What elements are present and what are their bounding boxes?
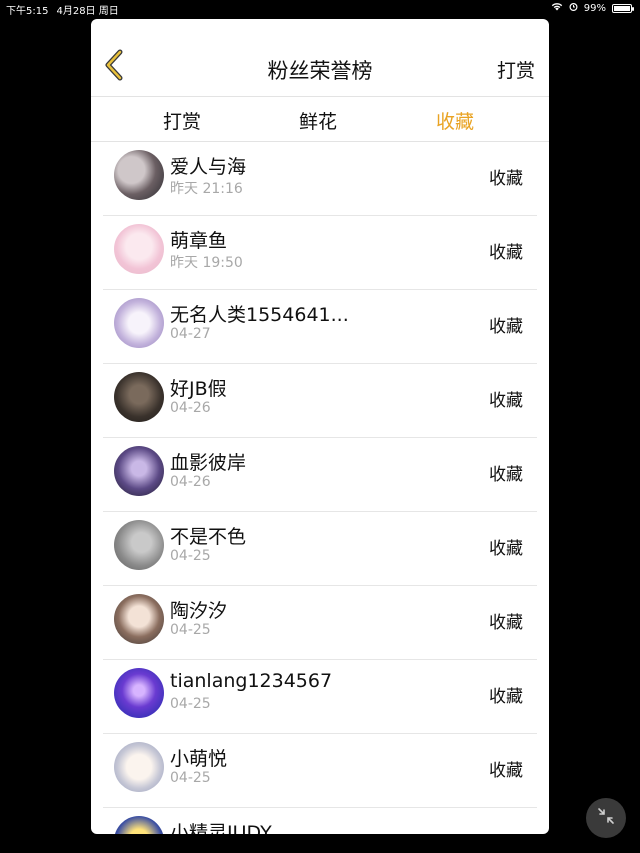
wifi-icon (551, 2, 563, 14)
fan-name: 萌章鱼 (170, 230, 228, 252)
status-date: 4月28日 周日 (56, 6, 119, 17)
fan-name: tianlang1234567 (170, 670, 333, 692)
favorite-label: 收藏 (489, 613, 523, 633)
list-item[interactable]: tianlang1234567 04-25 收藏 (103, 660, 537, 734)
minimize-button[interactable] (586, 798, 626, 838)
favorite-label: 收藏 (489, 391, 523, 411)
fan-date: 04-26 (170, 400, 211, 416)
nav-bar: 粉丝荣誉榜 打赏 (91, 19, 549, 97)
avatar (114, 594, 164, 644)
fan-name: 小精灵JUDY (170, 822, 272, 834)
list-item[interactable]: 萌章鱼 昨天 19:50 收藏 (103, 216, 537, 290)
favorite-label: 收藏 (489, 317, 523, 337)
fan-name: 不是不色 (170, 526, 247, 548)
favorite-label: 收藏 (489, 761, 523, 781)
tab-favorites[interactable]: 收藏 (436, 107, 474, 134)
fan-date: 04-25 (170, 770, 211, 786)
list-item[interactable]: 小精灵JUDY 04-25 收藏 (103, 808, 537, 834)
page-title: 粉丝荣誉榜 (267, 59, 373, 83)
fan-name: 好JB假 (170, 378, 227, 400)
fan-date: 昨天 19:50 (170, 255, 243, 271)
favorite-label: 收藏 (489, 169, 523, 189)
fan-date: 04-25 (170, 696, 211, 712)
tab-flowers[interactable]: 鲜花 (299, 107, 337, 134)
alarm-icon (569, 2, 578, 14)
reward-button[interactable]: 打赏 (497, 56, 535, 83)
list-item[interactable]: 血影彼岸 04-26 收藏 (103, 438, 537, 512)
list-item[interactable]: 不是不色 04-25 收藏 (103, 512, 537, 586)
favorite-label: 收藏 (489, 465, 523, 485)
status-left: 下午5:15 4月28日 周日 (6, 2, 119, 17)
minimize-icon (596, 806, 616, 830)
fans-honor-sheet: 粉丝荣誉榜 打赏 打赏 鲜花 收藏 爱人与海 昨天 21:16 收藏 萌章鱼 昨… (91, 19, 549, 834)
favorite-label: 收藏 (489, 243, 523, 263)
favorite-label: 收藏 (489, 539, 523, 559)
fan-date: 04-26 (170, 474, 211, 490)
fan-date: 04-27 (170, 326, 211, 342)
fan-date: 昨天 21:16 (170, 181, 243, 197)
list-item[interactable]: 无名人类1554641... 04-27 收藏 (103, 290, 537, 364)
avatar (114, 742, 164, 792)
status-time: 下午5:15 (6, 6, 49, 17)
avatar (114, 224, 164, 274)
tab-bar: 打赏 鲜花 收藏 (91, 97, 549, 142)
fan-date: 04-25 (170, 622, 211, 638)
fan-name: 爱人与海 (170, 156, 247, 178)
status-bar: 下午5:15 4月28日 周日 99% (0, 0, 640, 18)
list-item[interactable]: 好JB假 04-26 收藏 (103, 364, 537, 438)
battery-fill (614, 5, 630, 11)
list-item[interactable]: 爱人与海 昨天 21:16 收藏 (103, 142, 537, 216)
fans-list: 爱人与海 昨天 21:16 收藏 萌章鱼 昨天 19:50 收藏 无名人类155… (91, 142, 549, 834)
fan-name: 血影彼岸 (170, 452, 247, 474)
avatar (114, 372, 164, 422)
battery-icon (612, 3, 634, 13)
fan-name: 小萌悦 (170, 748, 228, 770)
fan-name: 无名人类1554641... (170, 304, 349, 326)
avatar (114, 446, 164, 496)
battery-percent: 99% (583, 2, 606, 14)
fan-date: 04-25 (170, 548, 211, 564)
favorite-label: 收藏 (489, 687, 523, 707)
status-right: 99% (551, 2, 634, 14)
tab-reward[interactable]: 打赏 (163, 107, 201, 134)
avatar (114, 816, 164, 834)
avatar (114, 668, 164, 718)
avatar (114, 298, 164, 348)
list-item[interactable]: 小萌悦 04-25 收藏 (103, 734, 537, 808)
avatar (114, 520, 164, 570)
favorite-label: 收藏 (489, 830, 523, 834)
avatar (114, 150, 164, 200)
list-item[interactable]: 陶汐汐 04-25 收藏 (103, 586, 537, 660)
fan-name: 陶汐汐 (170, 600, 228, 622)
